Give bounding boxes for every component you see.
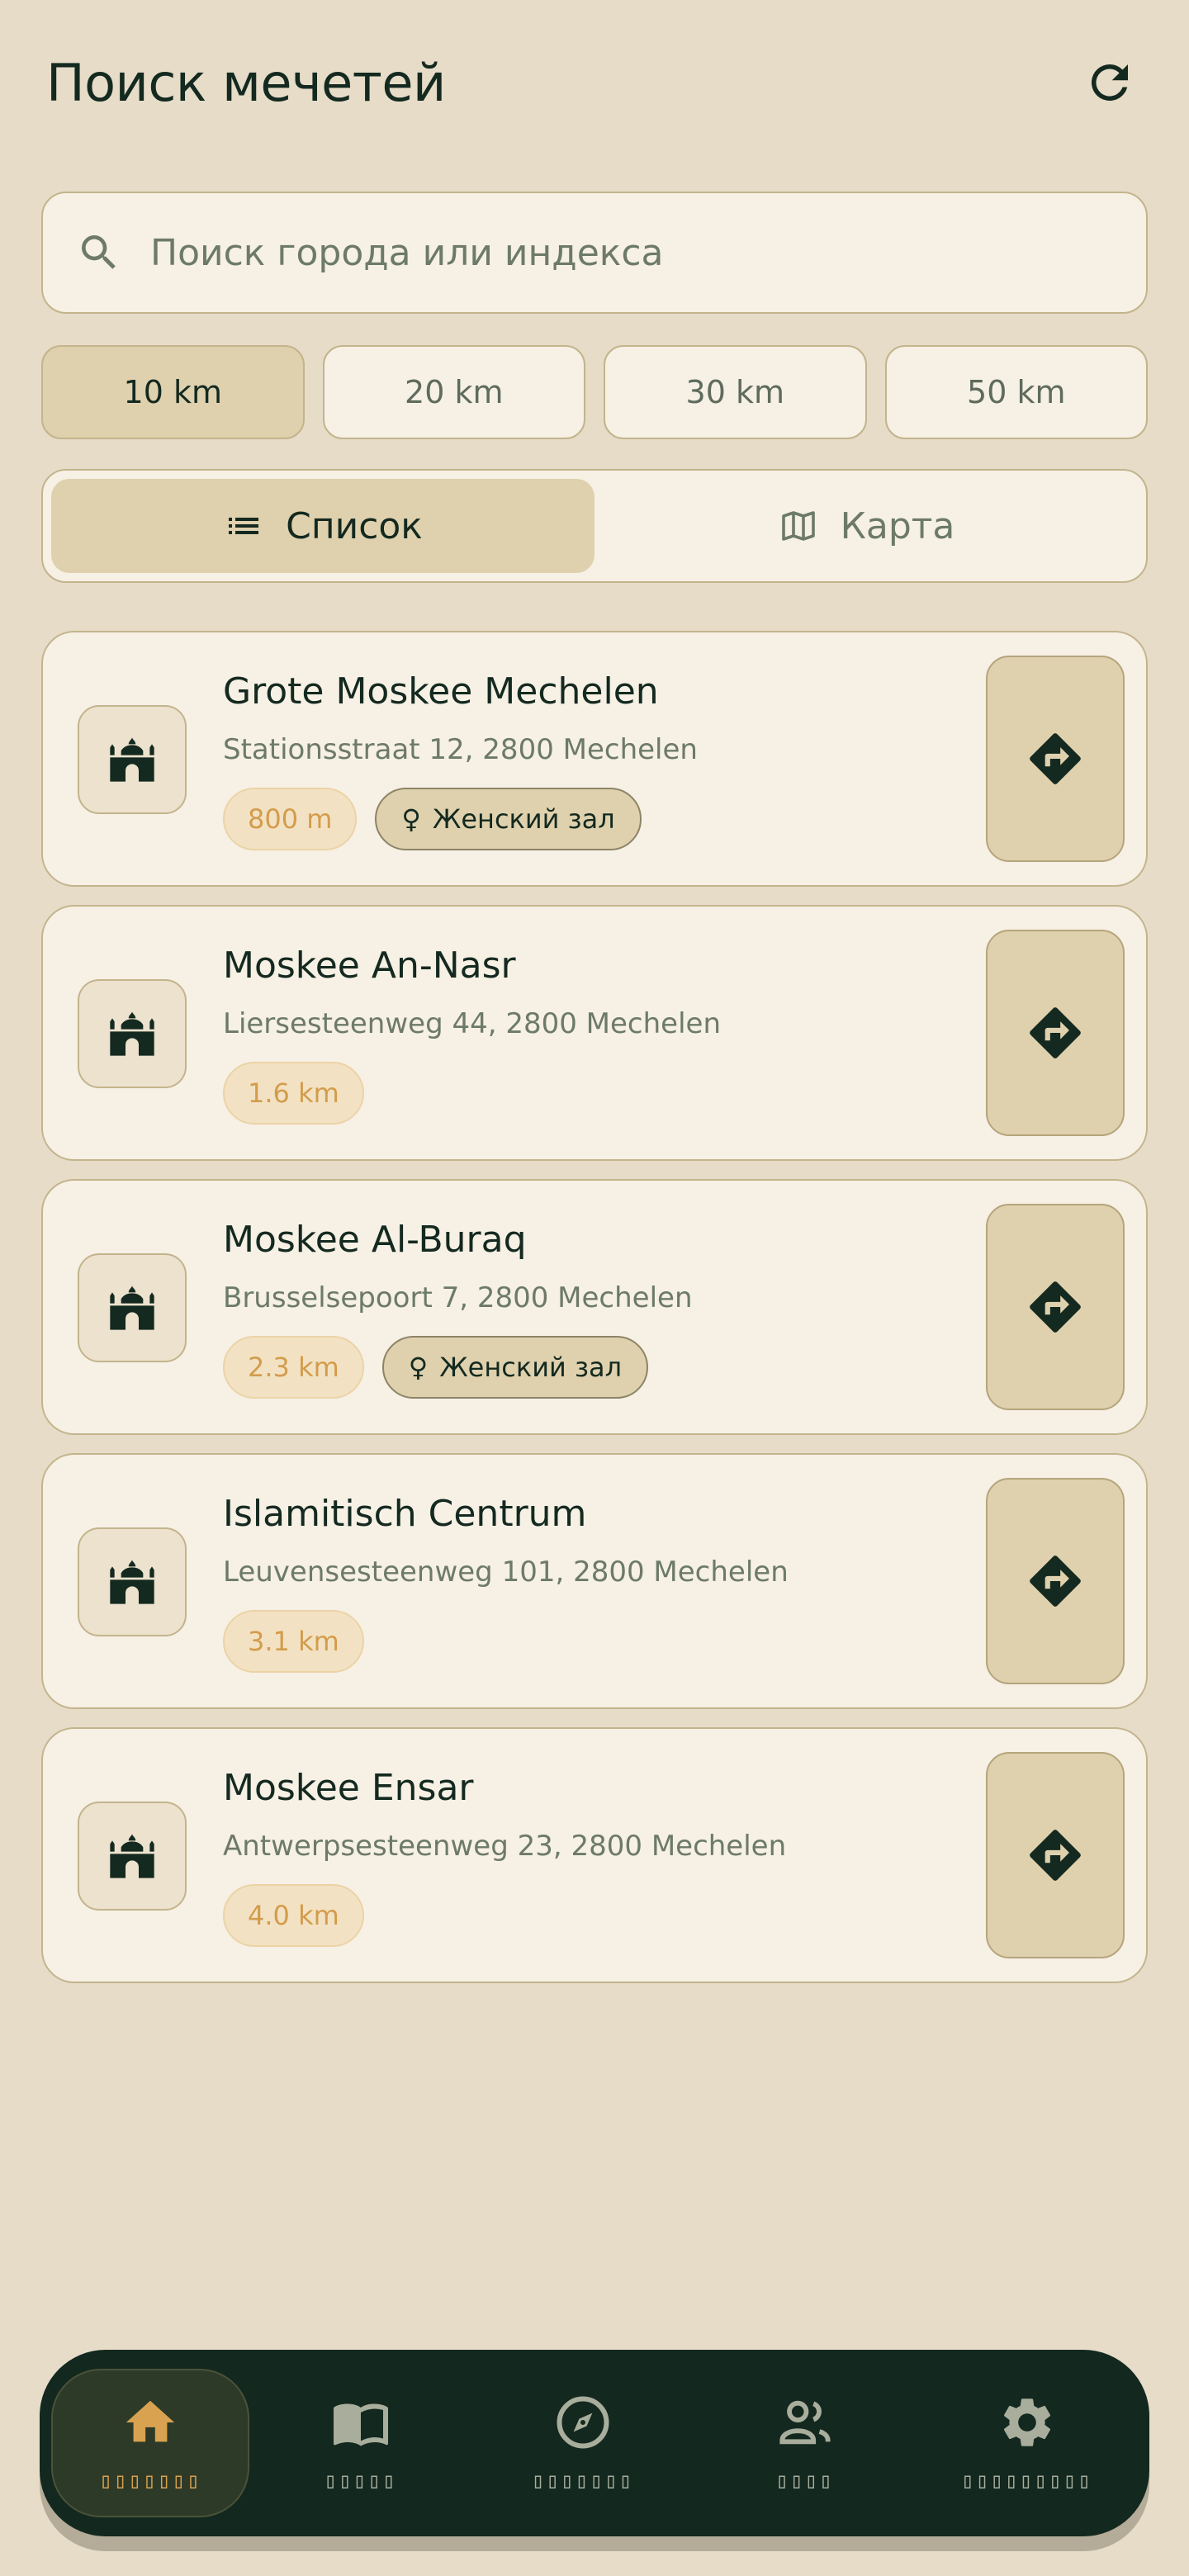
nav-community-label: ▯▯▯▯ — [775, 2469, 834, 2493]
nav-qibla[interactable]: ▯▯▯▯▯▯▯ — [471, 2369, 694, 2517]
radius-chip-50[interactable]: 50 km — [884, 345, 1148, 439]
directions-button[interactable] — [986, 656, 1125, 862]
female-icon: ♀ — [401, 803, 421, 835]
directions-button[interactable] — [986, 930, 1125, 1136]
mosque-name: Grote Moskee Mechelen — [223, 670, 659, 713]
mosque-card[interactable]: Grote Moskee Mechelen Stationsstraat 12,… — [41, 631, 1148, 887]
mosque-address: Stationsstraat 12, 2800 Mechelen — [223, 733, 698, 766]
directions-button[interactable] — [986, 1204, 1125, 1410]
distance-badge: 4.0 km — [223, 1884, 364, 1947]
list-view-label: Список — [286, 504, 423, 547]
nav-book-label: ▯▯▯▯▯ — [324, 2469, 397, 2493]
mosque-name: Moskee An-Nasr — [223, 945, 516, 987]
nav-home-label: ▯▯▯▯▯▯▯ — [99, 2469, 201, 2493]
mosque-icon — [78, 1802, 187, 1911]
women-section-label: Женский зал — [439, 1352, 623, 1383]
distance-badge: 3.1 km — [223, 1610, 364, 1673]
directions-button[interactable] — [986, 1752, 1125, 1958]
view-toggle: Список Карта — [41, 469, 1148, 583]
nav-settings[interactable]: ▯▯▯▯▯▯▯▯▯ — [916, 2369, 1138, 2517]
mosque-address: Antwerpsesteenweg 23, 2800 Mechelen — [223, 1830, 787, 1863]
gear-icon — [997, 2393, 1057, 2452]
list-icon — [223, 505, 264, 547]
search-icon — [74, 228, 124, 277]
mosque-icon — [78, 979, 187, 1088]
page-title: Поиск мечетей — [46, 52, 446, 113]
mosque-address: Liersesteenweg 44, 2800 Mechelen — [223, 1007, 722, 1040]
directions-icon — [1030, 1556, 1081, 1607]
mosque-name: Moskee Ensar — [223, 1767, 474, 1809]
compass-icon — [553, 2393, 613, 2452]
map-view-tab[interactable]: Карта — [594, 479, 1138, 573]
radius-chip-30[interactable]: 30 km — [604, 345, 867, 439]
radius-chip-20[interactable]: 20 km — [322, 345, 585, 439]
mosque-name: Moskee Al-Buraq — [223, 1219, 527, 1261]
search-field[interactable]: Поиск города или индекса — [41, 192, 1148, 314]
bottom-nav: ▯▯▯▯▯▯▯ ▯▯▯▯▯ ▯▯▯▯▯▯▯ ▯▯▯▯ ▯▯▯▯▯▯▯▯▯ — [40, 2350, 1149, 2536]
directions-icon — [1030, 1281, 1081, 1333]
mosque-list: Grote Moskee Mechelen Stationsstraat 12,… — [41, 631, 1148, 2001]
directions-icon — [1030, 733, 1081, 784]
distance-badge: 2.3 km — [223, 1336, 364, 1399]
women-section-badge: ♀ Женский зал — [381, 1336, 649, 1399]
mosque-card[interactable]: Moskee Ensar Antwerpsesteenweg 23, 2800 … — [41, 1727, 1148, 1983]
nav-community[interactable]: ▯▯▯▯ — [694, 2369, 916, 2517]
book-icon — [331, 2393, 391, 2452]
refresh-icon — [1091, 64, 1128, 101]
search-input-placeholder[interactable]: Поиск города или индекса — [150, 232, 664, 274]
radius-filter: 10 km 20 km 30 km 50 km — [41, 345, 1148, 439]
mosque-name: Islamitisch Centrum — [223, 1493, 587, 1535]
directions-icon — [1030, 1830, 1081, 1881]
distance-badge: 800 m — [223, 788, 358, 850]
people-icon — [775, 2393, 835, 2452]
map-icon — [778, 505, 819, 547]
nav-settings-label: ▯▯▯▯▯▯▯▯▯ — [961, 2469, 1092, 2493]
nav-book[interactable]: ▯▯▯▯▯ — [249, 2369, 471, 2517]
mosque-address: Brusselsepoort 7, 2800 Mechelen — [223, 1281, 693, 1314]
mosque-card[interactable]: Moskee Al-Buraq Brusselsepoort 7, 2800 M… — [41, 1179, 1148, 1435]
women-section-label: Женский зал — [432, 803, 615, 835]
nav-qibla-label: ▯▯▯▯▯▯▯ — [531, 2469, 634, 2493]
nav-home[interactable]: ▯▯▯▯▯▯▯ — [51, 2369, 249, 2517]
mosque-card[interactable]: Moskee An-Nasr Liersesteenweg 44, 2800 M… — [41, 905, 1148, 1161]
mosque-address: Leuvensesteenweg 101, 2800 Mechelen — [223, 1556, 789, 1589]
map-view-label: Карта — [840, 504, 955, 547]
home-icon — [121, 2393, 180, 2452]
list-view-tab[interactable]: Список — [51, 479, 594, 573]
distance-badge: 1.6 km — [223, 1062, 364, 1125]
app-header: Поиск мечетей — [46, 41, 1143, 124]
refresh-button[interactable] — [1077, 50, 1143, 116]
radius-chip-10[interactable]: 10 km — [41, 345, 305, 439]
women-section-badge: ♀ Женский зал — [375, 788, 642, 850]
mosque-icon — [78, 1527, 187, 1636]
mosque-icon — [78, 1253, 187, 1362]
mosque-icon — [78, 705, 187, 814]
female-icon: ♀ — [408, 1352, 429, 1383]
mosque-card[interactable]: Islamitisch Centrum Leuvensesteenweg 101… — [41, 1453, 1148, 1709]
directions-button[interactable] — [986, 1478, 1125, 1684]
directions-icon — [1030, 1007, 1081, 1058]
